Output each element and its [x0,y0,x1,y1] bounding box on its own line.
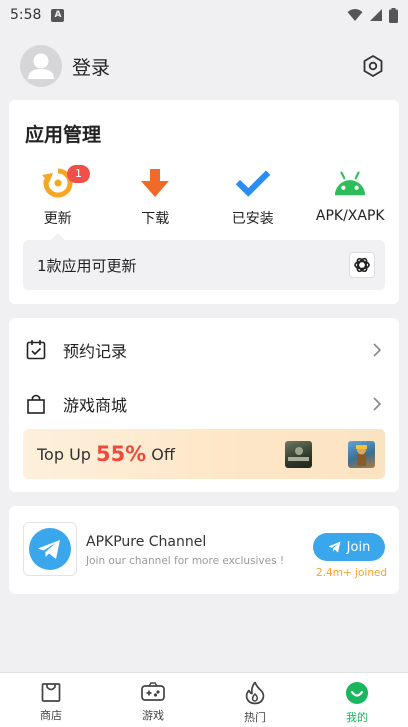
reservation-records-row[interactable]: 预约记录 [9,327,399,373]
nav-trending-label: 热门 [244,711,266,724]
updates-label: 更新 [43,211,72,227]
default-user-icon [28,53,54,79]
nav-mine-label: 我的 [346,711,368,724]
join-button[interactable]: Join [313,533,385,561]
calendar-check-icon [25,339,47,361]
checkmark-icon [235,166,270,200]
wifi-icon [347,9,363,21]
avatar[interactable] [20,45,62,87]
top-up-promo-banner[interactable]: Top Up 55% Off [23,429,385,479]
nav-mine[interactable]: 我的 [306,673,408,727]
chevron-right-icon [373,343,382,357]
join-label: Join [346,539,371,555]
update-notice-bar[interactable]: 1款应用可更新 [23,233,385,290]
game-store-label: 游戏商城 [63,396,128,415]
update-notice-text: 1款应用可更新 [37,256,137,275]
update-count-badge: 1 [67,165,90,183]
telegram-send-icon [328,541,341,553]
nav-trending[interactable]: 热门 [204,673,306,727]
game-thumbnail-1 [285,440,312,468]
links-card: 预约记录 游戏商城 Top Up 55% Off [9,318,399,492]
settings-button[interactable] [358,51,388,81]
bottom-navigation: 商店 游戏 热门 我的 [0,672,408,727]
download-arrow-icon [138,166,172,200]
nav-store[interactable]: 商店 [0,673,102,727]
updates-button[interactable]: 1 更新 [9,165,107,230]
profile-smile-icon [346,682,368,704]
game-thumbnail-2 [348,440,375,468]
app-management-title: 应用管理 [25,124,102,146]
promo-prefix: Top Up [37,444,91,464]
flame-icon [245,681,265,705]
profile-header: 登录 [0,40,408,92]
notification-icon: A [51,8,65,22]
apk-xapk-label: APK/XAPK [315,208,385,224]
game-store-row[interactable]: 游戏商城 [9,381,399,427]
channel-title: APKPure Channel [86,534,207,550]
installed-label: 已安装 [231,211,274,227]
status-bar: 5:58 A [0,0,408,30]
chevron-right-icon [373,397,382,411]
installed-button[interactable]: 已安装 [204,166,302,230]
promo-suffix: Off [151,444,175,464]
nav-games-label: 游戏 [142,709,164,722]
shopping-bag-icon [25,393,47,415]
status-time: 5:58 [10,7,42,23]
promo-percent: 55% [95,442,147,466]
status-icons [347,7,398,23]
downloads-label: 下载 [141,211,170,227]
app-management-row: 1 更新 下载 已安装 APK/XAPK [9,165,400,230]
channel-card: APKPure Channel Join our channel for mor… [9,506,399,594]
nav-games[interactable]: 游戏 [102,673,204,727]
joined-count: 2.4m+ joined [316,567,388,579]
channel-subtitle: Join our channel for more exclusives ! [86,555,285,567]
store-icon [41,683,61,702]
downloads-button[interactable]: 下载 [107,166,205,230]
login-link[interactable]: 登录 [72,53,110,80]
gamepad-icon [141,682,165,701]
app-management-card: 应用管理 1 更新 下载 已安装 APK/XAPK 1款应用可更新 [9,100,399,304]
telegram-logo-icon [23,522,77,576]
reservation-records-label: 预约记录 [63,342,128,361]
settings-hexagon-icon [363,55,383,77]
ai-assistant-button[interactable] [349,252,375,278]
android-icon [333,166,367,200]
promo-game-thumbnails [285,440,375,468]
cellular-signal-icon [370,9,382,21]
spiral-logo-icon [354,257,370,273]
nav-store-label: 商店 [40,709,62,722]
apk-xapk-button[interactable]: APK/XAPK [302,166,400,230]
battery-icon [389,7,398,23]
